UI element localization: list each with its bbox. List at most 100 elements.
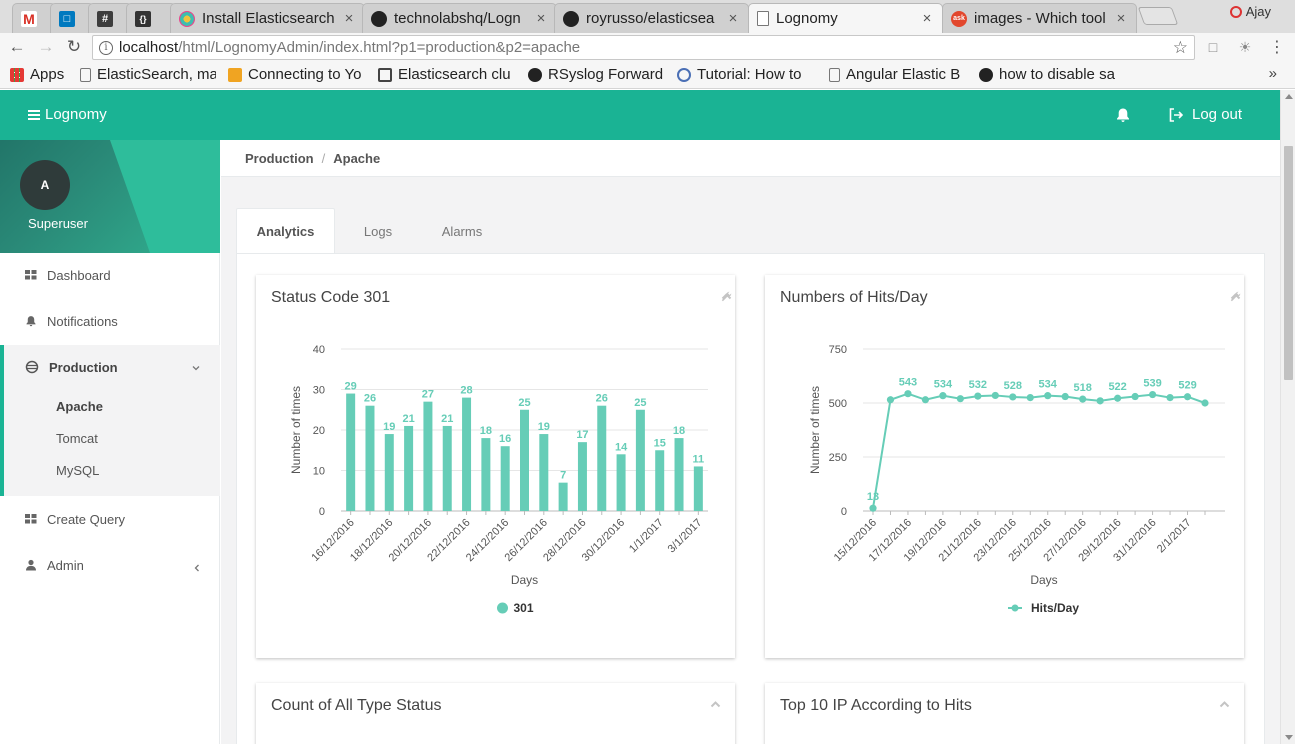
breadcrumb-item[interactable]: Production	[245, 151, 314, 166]
bookmarks-bar: Apps ElasticSearch, ma Connecting to Yo …	[0, 62, 1295, 89]
bookmark[interactable]: Elasticsearch clu	[378, 66, 516, 83]
data-point	[1061, 392, 1069, 401]
sidebar: A Superuser Dashboard Notifications Prod…	[0, 140, 220, 744]
data-label: 25	[634, 397, 646, 409]
sidebar-item-production[interactable]: Production	[0, 347, 220, 387]
data-point	[1183, 393, 1192, 401]
tab-analytics[interactable]: Analytics	[236, 208, 335, 254]
bell-icon[interactable]	[1115, 107, 1131, 123]
data-label: 19	[383, 421, 395, 433]
reload-button[interactable]: ↻	[63, 36, 85, 58]
breadcrumb: Production / Apache	[221, 140, 1280, 177]
bookmark-label: Tutorial: How to	[697, 66, 802, 83]
data-label: 25	[518, 397, 530, 409]
browser-tab[interactable]: technolabshq/Logn ×	[362, 3, 557, 33]
sidebar-item-dashboard[interactable]: Dashboard	[0, 255, 220, 295]
chevron-down-icon	[192, 360, 200, 375]
sidebar-item-admin[interactable]: Admin	[0, 545, 220, 585]
avatar[interactable]: A	[20, 160, 70, 210]
browser-tab[interactable]: Install Elasticsearch ×	[170, 3, 365, 33]
browser-toolbar: ← → ↻ i localhost /html/LognomyAdmin/ind…	[0, 33, 1295, 62]
new-tab-button[interactable]	[1137, 7, 1179, 25]
card-title: Top 10 IP According to Hits	[780, 697, 972, 714]
bookmark[interactable]: ElasticSearch, ma	[80, 66, 216, 83]
profile-name: Ajay	[1245, 4, 1271, 19]
scroll-up-arrow[interactable]	[1285, 94, 1293, 99]
sidebar-item-label: Notifications	[47, 313, 118, 329]
bookmark-label: RSyslog Forward	[548, 66, 664, 83]
chevron-left-icon	[193, 560, 201, 575]
data-point	[974, 392, 982, 400]
menu-icon[interactable]: ⋮	[1268, 38, 1286, 56]
app: Lognomy Log out A Superuser Dashboard No…	[0, 90, 1280, 744]
page-scrollbar[interactable]	[1280, 90, 1295, 744]
more-bookmarks-icon[interactable]: »	[1269, 65, 1277, 82]
close-icon[interactable]: ×	[342, 10, 356, 27]
sidebar-item-notifications[interactable]: Notifications	[0, 301, 220, 341]
x-tick-label: 3/1/2017	[666, 517, 705, 556]
extension-icon[interactable]: □	[1204, 38, 1222, 56]
user-icon	[26, 559, 36, 571]
bar	[500, 446, 510, 511]
sidebar-item-create-query[interactable]: Create Query	[0, 499, 220, 539]
extension-icon[interactable]: ☀	[1236, 38, 1254, 56]
address-bar[interactable]: i localhost /html/LognomyAdmin/index.htm…	[92, 35, 1195, 60]
sidebar-subitem-apache[interactable]: Apache	[56, 399, 103, 414]
close-icon[interactable]: ×	[1114, 10, 1128, 27]
y-tick-label: 30	[313, 385, 325, 397]
brand-name: Lognomy	[45, 106, 107, 123]
brand-toggle[interactable]: Lognomy	[28, 106, 107, 123]
bookmark[interactable]: RSyslog Forward	[528, 66, 664, 83]
scrollbar-thumb[interactable]	[1284, 146, 1293, 380]
sidebar-subitem-mysql[interactable]: MySQL	[56, 463, 99, 478]
close-icon[interactable]: ×	[534, 10, 548, 27]
bookmark-label: Elasticsearch clu	[398, 66, 511, 83]
bookmark[interactable]: Tutorial: How to	[677, 66, 815, 83]
back-button[interactable]: ←	[6, 36, 28, 58]
bar	[693, 466, 703, 511]
y-tick-label: 500	[829, 398, 847, 410]
globe-icon	[677, 67, 691, 82]
th-large-icon	[25, 270, 37, 280]
tab-alarms[interactable]: Alarms	[421, 208, 503, 254]
x-tick-label: 1/1/2017	[627, 517, 666, 556]
close-icon[interactable]: ×	[920, 10, 934, 27]
sidebar-item-label: Production	[49, 359, 118, 375]
browser-tab-title: images - Which tool	[974, 10, 1106, 27]
bar	[674, 438, 684, 511]
chevron-up-icon[interactable]	[710, 699, 721, 710]
tab-logs[interactable]: Logs	[335, 208, 421, 254]
data-label: 26	[596, 393, 608, 405]
browser-tab[interactable]: royrusso/elasticsea ×	[554, 3, 749, 33]
profile-button[interactable]: Ajay	[1229, 4, 1271, 19]
scroll-down-arrow[interactable]	[1285, 735, 1293, 740]
card-top-ip: Top 10 IP According to Hits	[765, 683, 1244, 744]
bookmark[interactable]: Connecting to Yo	[228, 66, 366, 83]
data-label: 16	[499, 433, 511, 445]
info-icon[interactable]: i	[99, 40, 113, 55]
database-icon	[25, 360, 39, 374]
browser-tab[interactable]: ask images - Which tool ×	[942, 3, 1137, 33]
bookmark[interactable]: how to disable sa	[979, 66, 1117, 83]
browser-tab-json[interactable]: {}	[126, 3, 176, 33]
bar	[539, 434, 549, 511]
bookmark-apps[interactable]: Apps	[10, 66, 80, 83]
forward-button[interactable]: →	[35, 36, 57, 58]
legend-marker	[497, 602, 508, 614]
close-icon[interactable]: ×	[726, 10, 740, 27]
chevron-up-icon[interactable]	[1219, 699, 1230, 710]
page-icon	[757, 11, 769, 26]
series-line	[872, 392, 1206, 509]
card-tools	[710, 699, 721, 710]
logout-button[interactable]: Log out	[1169, 106, 1242, 123]
data-point	[1201, 399, 1209, 407]
profile-header: A Superuser	[0, 140, 220, 253]
y-tick-label: 0	[841, 506, 847, 518]
sidebar-item-label: Create Query	[47, 511, 126, 527]
slack-icon: #	[97, 10, 113, 27]
bookmark-star-icon[interactable]: ☆	[1173, 38, 1188, 58]
sidebar-subitem-tomcat[interactable]: Tomcat	[56, 431, 98, 446]
github-icon	[563, 10, 579, 27]
browser-tab-active[interactable]: Lognomy ×	[748, 3, 943, 33]
bookmark[interactable]: Angular Elastic B	[829, 66, 967, 83]
